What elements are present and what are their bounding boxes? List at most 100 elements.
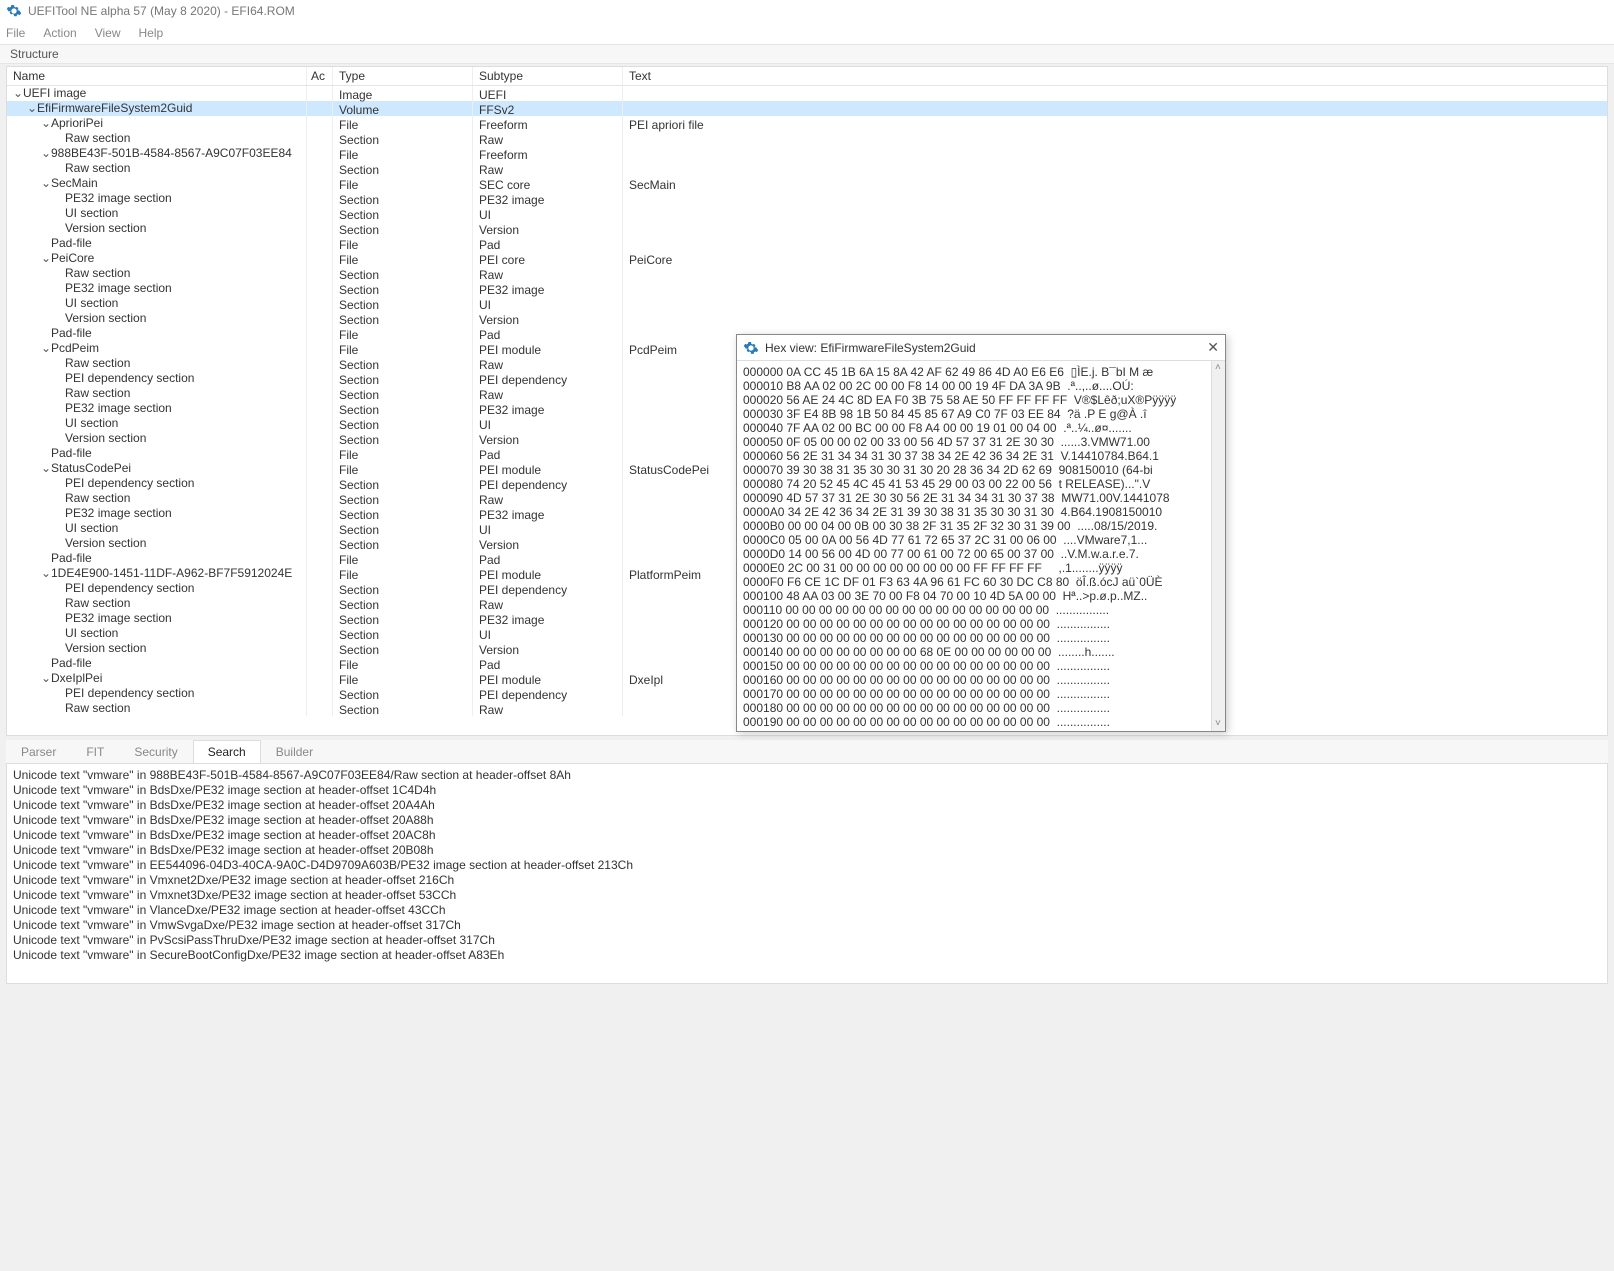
tree-row[interactable]: Raw sectionSectionRaw xyxy=(7,266,1607,281)
caret-down-icon[interactable]: ⌄ xyxy=(41,341,51,356)
tree-item-name: Version section xyxy=(65,311,146,326)
tree-item-subtype: PEI module xyxy=(473,566,623,581)
tree-item-name: Raw section xyxy=(65,356,130,371)
search-result-line[interactable]: Unicode text "vmware" in BdsDxe/PE32 ima… xyxy=(13,813,1601,828)
col-subtype[interactable]: Subtype xyxy=(473,67,623,85)
menu-view[interactable]: View xyxy=(95,26,121,40)
tree-item-type: Section xyxy=(333,596,473,611)
tree-row[interactable]: ⌄PeiCoreFilePEI corePeiCore xyxy=(7,251,1607,266)
app-gear-icon xyxy=(6,3,22,19)
tab-fit[interactable]: FIT xyxy=(71,740,119,763)
tree-item-type: File xyxy=(333,176,473,191)
col-action[interactable]: Ac xyxy=(307,67,333,85)
tab-security[interactable]: Security xyxy=(119,740,192,763)
tree-row[interactable]: Pad-fileFilePad xyxy=(7,236,1607,251)
hex-view-window[interactable]: Hex view: EfiFirmwareFileSystem2Guid ✕ 0… xyxy=(736,334,1226,732)
window-title: UEFITool NE alpha 57 (May 8 2020) - EFI6… xyxy=(28,4,295,18)
tree-row[interactable]: UI sectionSectionUI xyxy=(7,206,1607,221)
tree-item-type: File xyxy=(333,446,473,461)
tree-item-type: Section xyxy=(333,161,473,176)
tree-item-name: UI section xyxy=(65,521,118,536)
caret-down-icon[interactable]: ⌄ xyxy=(13,86,23,101)
caret-down-icon[interactable]: ⌄ xyxy=(41,566,51,581)
tree-item-type: Section xyxy=(333,611,473,626)
tree-item-name: Raw section xyxy=(65,266,130,281)
hex-view-body[interactable]: 000000 0A CC 45 1B 6A 15 8A 42 AF 62 49 … xyxy=(737,361,1225,731)
tree-item-text xyxy=(623,131,1607,146)
search-result-line[interactable]: Unicode text "vmware" in 988BE43F-501B-4… xyxy=(13,768,1601,783)
caret-down-icon[interactable]: ⌄ xyxy=(41,176,51,191)
tree-item-subtype: Version xyxy=(473,536,623,551)
tree-row[interactable]: UI sectionSectionUI xyxy=(7,296,1607,311)
tree-row[interactable]: PE32 image sectionSectionPE32 image xyxy=(7,191,1607,206)
search-result-line[interactable]: Unicode text "vmware" in PvScsiPassThruD… xyxy=(13,933,1601,948)
tree-item-subtype: Raw xyxy=(473,596,623,611)
tree-item-name: 1DE4E900-1451-11DF-A962-BF7F5912024E xyxy=(51,566,292,581)
tree-row[interactable]: Raw sectionSectionRaw xyxy=(7,161,1607,176)
tree-item-subtype: PEI module xyxy=(473,461,623,476)
tree-row[interactable]: ⌄EfiFirmwareFileSystem2GuidVolumeFFSv2 xyxy=(7,101,1607,116)
tree-row[interactable]: Version sectionSectionVersion xyxy=(7,221,1607,236)
tree-row[interactable]: ⌄AprioriPeiFileFreeformPEI apriori file xyxy=(7,116,1607,131)
tree-item-type: Section xyxy=(333,311,473,326)
tree-row[interactable]: Raw sectionSectionRaw xyxy=(7,131,1607,146)
hex-scrollbar[interactable] xyxy=(1211,361,1225,731)
tab-parser[interactable]: Parser xyxy=(6,740,71,763)
tree-item-type: Image xyxy=(333,86,473,101)
tree-item-name: PE32 image section xyxy=(65,281,172,296)
caret-down-icon[interactable]: ⌄ xyxy=(27,101,37,116)
tree-item-type: Section xyxy=(333,356,473,371)
menu-help[interactable]: Help xyxy=(139,26,164,40)
search-result-line[interactable]: Unicode text "vmware" in BdsDxe/PE32 ima… xyxy=(13,798,1601,813)
tree-row[interactable]: PE32 image sectionSectionPE32 image xyxy=(7,281,1607,296)
search-result-line[interactable]: Unicode text "vmware" in BdsDxe/PE32 ima… xyxy=(13,783,1601,798)
search-results[interactable]: Unicode text "vmware" in 988BE43F-501B-4… xyxy=(6,764,1608,984)
search-result-line[interactable]: Unicode text "vmware" in VlanceDxe/PE32 … xyxy=(13,903,1601,918)
tree-item-text xyxy=(623,86,1607,101)
caret-down-icon[interactable]: ⌄ xyxy=(41,671,51,686)
tree-item-subtype: PE32 image xyxy=(473,401,623,416)
tree-row[interactable]: ⌄988BE43F-501B-4584-8567-A9C07F03EE84Fil… xyxy=(7,146,1607,161)
tree-item-subtype: Raw xyxy=(473,491,623,506)
tree-item-subtype: SEC core xyxy=(473,176,623,191)
tree-item-type: Section xyxy=(333,206,473,221)
search-result-line[interactable]: Unicode text "vmware" in BdsDxe/PE32 ima… xyxy=(13,828,1601,843)
tree-item-name: AprioriPei xyxy=(51,116,103,131)
caret-down-icon[interactable]: ⌄ xyxy=(41,146,51,161)
col-name[interactable]: Name xyxy=(7,67,307,85)
search-result-line[interactable]: Unicode text "vmware" in BdsDxe/PE32 ima… xyxy=(13,843,1601,858)
col-text[interactable]: Text xyxy=(623,67,1607,85)
search-result-line[interactable]: Unicode text "vmware" in VmwSvgaDxe/PE32… xyxy=(13,918,1601,933)
tree-item-name: UEFI image xyxy=(23,86,86,101)
caret-down-icon[interactable]: ⌄ xyxy=(41,251,51,266)
tree-item-name: PE32 image section xyxy=(65,506,172,521)
tree-item-subtype: PE32 image xyxy=(473,611,623,626)
search-result-line[interactable]: Unicode text "vmware" in SecureBootConfi… xyxy=(13,948,1601,963)
tree-item-subtype: PEI core xyxy=(473,251,623,266)
tree-item-type: Section xyxy=(333,221,473,236)
tree-item-type: File xyxy=(333,551,473,566)
menu-action[interactable]: Action xyxy=(43,26,76,40)
tab-builder[interactable]: Builder xyxy=(261,740,328,763)
col-type[interactable]: Type xyxy=(333,67,473,85)
caret-down-icon[interactable]: ⌄ xyxy=(41,461,51,476)
close-icon[interactable]: ✕ xyxy=(1207,339,1219,356)
tree-row[interactable]: ⌄UEFI imageImageUEFI xyxy=(7,86,1607,101)
tree-item-subtype: Freeform xyxy=(473,116,623,131)
caret-down-icon[interactable]: ⌄ xyxy=(41,116,51,131)
tree-row[interactable]: ⌄SecMainFileSEC coreSecMain xyxy=(7,176,1607,191)
tree-item-subtype: PE32 image xyxy=(473,506,623,521)
tree-item-type: Section xyxy=(333,386,473,401)
search-result-line[interactable]: Unicode text "vmware" in EE544096-04D3-4… xyxy=(13,858,1601,873)
tree-item-subtype: PEI module xyxy=(473,341,623,356)
tree-item-name: PcdPeim xyxy=(51,341,99,356)
tab-search[interactable]: Search xyxy=(193,740,261,763)
search-result-line[interactable]: Unicode text "vmware" in Vmxnet3Dxe/PE32… xyxy=(13,888,1601,903)
tree-item-name: Pad-file xyxy=(51,236,92,251)
menu-file[interactable]: File xyxy=(6,26,25,40)
tree-row[interactable]: Version sectionSectionVersion xyxy=(7,311,1607,326)
search-result-line[interactable]: Unicode text "vmware" in Vmxnet2Dxe/PE32… xyxy=(13,873,1601,888)
tree-item-name: Pad-file xyxy=(51,656,92,671)
tree-item-text xyxy=(623,236,1607,251)
hex-view-titlebar[interactable]: Hex view: EfiFirmwareFileSystem2Guid ✕ xyxy=(737,335,1225,361)
